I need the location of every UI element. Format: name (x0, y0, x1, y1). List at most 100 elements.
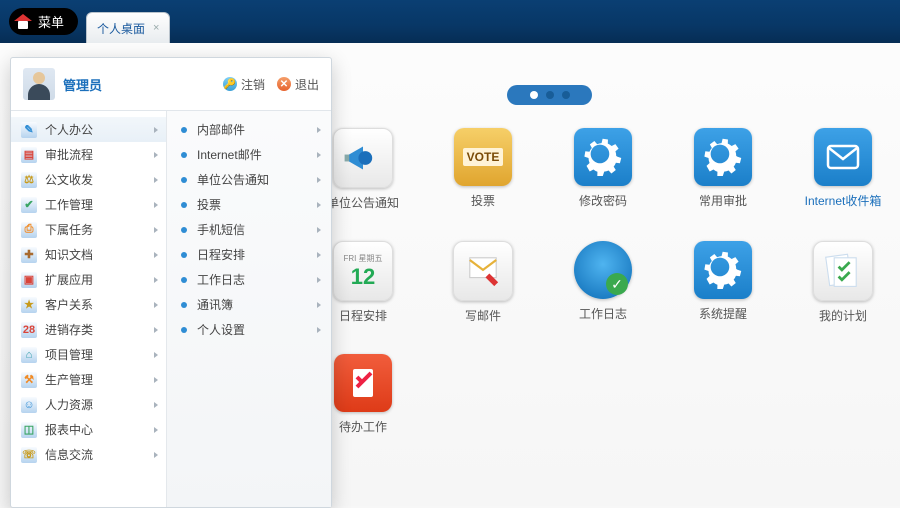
submodule-label: 通讯簿 (197, 296, 233, 313)
panel-body: ✎ 个人办公 ▤审批流程⚖公文收发 ✔ 工作管理 ⎙下属任务✚知识文档▣扩展应用★客户关系… (11, 111, 331, 507)
shortcut-disc-2[interactable]: ✓工作日志 (568, 241, 638, 324)
shortcut-plan-4[interactable]: 我的计划 (808, 241, 878, 324)
chevron-right-icon (317, 177, 321, 183)
exit-label: 退出 (295, 76, 319, 93)
module-label: 客户关系 (45, 296, 93, 313)
chevron-right-icon (154, 252, 158, 258)
shortcut-megaphone-0[interactable]: 单位公告通知 (328, 128, 398, 211)
shortcut-row-2: FRI 星期五12日程安排写邮件 ✓工作日志系统提醒我的计划 (328, 241, 878, 324)
module-item-4[interactable]: ⎙下属任务 (11, 217, 166, 242)
avatar (23, 68, 55, 100)
desktop-pager[interactable] (507, 85, 592, 105)
module-icon: ✎ (21, 122, 37, 138)
module-item-3[interactable]: ✔ 工作管理 (11, 192, 166, 217)
module-item-8[interactable]: 28 进销存类 (11, 317, 166, 342)
submodule-item-5[interactable]: 日程安排 (167, 242, 331, 267)
module-item-10[interactable]: ⚒生产管理 (11, 367, 166, 392)
submodule-item-4[interactable]: 手机短信 (167, 217, 331, 242)
chevron-right-icon (317, 277, 321, 283)
module-item-5[interactable]: ✚知识文档 (11, 242, 166, 267)
tab-close-icon[interactable]: × (153, 22, 159, 34)
chevron-right-icon (154, 227, 158, 233)
pager-dot-3[interactable] (562, 91, 570, 99)
shortcut-row-1: 单位公告通知 VOTE投票修改密码 常用审批 Internet收件箱 (328, 128, 878, 211)
module-label: 进销存类 (45, 321, 93, 338)
shortcut-label: 修改密码 (579, 192, 627, 209)
module-icon: ✔ (21, 197, 37, 213)
submodule-item-2[interactable]: 单位公告通知 (167, 167, 331, 192)
main-menu-panel: 管理员 🔑 注销 ✕ 退出 ✎ 个人办公 ▤审批流程⚖公文收发 ✔ 工作管理 ⎙下属任务✚… (10, 57, 332, 508)
chevron-right-icon (154, 177, 158, 183)
chevron-right-icon (154, 377, 158, 383)
submodule-item-7[interactable]: 通讯簿 (167, 292, 331, 317)
chevron-right-icon (154, 327, 158, 333)
module-icon: ☺ (21, 397, 37, 413)
shortcut-vote-1[interactable]: VOTE投票 (448, 128, 518, 211)
submodule-label: 手机短信 (197, 221, 245, 238)
module-item-9[interactable]: ⌂项目管理 (11, 342, 166, 367)
module-label: 工作管理 (45, 196, 93, 213)
logout-label: 注销 (241, 76, 265, 93)
shortcut-gear-2[interactable]: 修改密码 (568, 128, 638, 211)
module-icon: ☏ (21, 447, 37, 463)
shortcut-gear-3[interactable]: 常用审批 (688, 128, 758, 211)
module-item-12[interactable]: ◫报表中心 (11, 417, 166, 442)
top-bar: 菜单 个人桌面 × (0, 0, 900, 43)
module-list: ✎ 个人办公 ▤审批流程⚖公文收发 ✔ 工作管理 ⎙下属任务✚知识文档▣扩展应用★客户关系… (11, 111, 167, 507)
menu-button[interactable]: 菜单 (9, 8, 78, 35)
menu-button-label: 菜单 (38, 12, 64, 31)
shortcut-mail-write-1[interactable]: 写邮件 (448, 241, 518, 324)
module-item-2[interactable]: ⚖公文收发 (11, 167, 166, 192)
module-item-11[interactable]: ☺ 人力资源 (11, 392, 166, 417)
logout-button[interactable]: 🔑 注销 (223, 76, 265, 93)
shortcut-envelope-4[interactable]: Internet收件箱 (808, 128, 878, 211)
pager-dot-2[interactable] (546, 91, 554, 99)
home-icon (14, 13, 32, 31)
module-item-0[interactable]: ✎ 个人办公 (11, 117, 166, 142)
shortcut-label: Internet收件箱 (805, 192, 882, 209)
module-item-1[interactable]: ▤审批流程 (11, 142, 166, 167)
submodule-label: 工作日志 (197, 271, 245, 288)
module-icon: 28 (21, 322, 37, 338)
shortcut-calendar-0[interactable]: FRI 星期五12日程安排 (328, 241, 398, 324)
panel-header: 管理员 🔑 注销 ✕ 退出 (11, 58, 331, 111)
submodule-label: Internet邮件 (197, 146, 262, 163)
module-label: 个人办公 (45, 121, 93, 138)
chevron-right-icon (317, 227, 321, 233)
module-item-13[interactable]: ☏信息交流 (11, 442, 166, 467)
shortcut-gear-3[interactable]: 系统提醒 (688, 241, 758, 324)
tab-label: 个人桌面 (97, 20, 145, 37)
pager-dot-1[interactable] (530, 91, 538, 99)
chevron-right-icon (317, 252, 321, 258)
exit-button[interactable]: ✕ 退出 (277, 76, 319, 93)
module-label: 审批流程 (45, 146, 93, 163)
chevron-right-icon (317, 202, 321, 208)
submodule-item-3[interactable]: 投票 (167, 192, 331, 217)
submodule-label: 单位公告通知 (197, 171, 269, 188)
module-label: 知识文档 (45, 246, 93, 263)
key-icon: 🔑 (223, 77, 237, 91)
module-item-7[interactable]: ★客户关系 (11, 292, 166, 317)
tab-personal-desktop[interactable]: 个人桌面 × (86, 12, 170, 43)
submodule-label: 日程安排 (197, 246, 245, 263)
submodule-item-0[interactable]: 内部邮件 (167, 117, 331, 142)
shortcut-todo-0[interactable]: 待办工作 (328, 354, 398, 435)
user-name: 管理员 (63, 75, 211, 94)
submodule-item-6[interactable]: 工作日志 (167, 267, 331, 292)
chevron-right-icon (154, 127, 158, 133)
shortcut-label: 写邮件 (465, 307, 501, 324)
module-label: 人力资源 (45, 396, 93, 413)
chevron-right-icon (317, 327, 321, 333)
module-icon: ⌂ (21, 347, 37, 363)
shortcut-label: 我的计划 (819, 307, 867, 324)
shortcut-label: 投票 (471, 192, 495, 209)
module-icon: ▣ (21, 272, 37, 288)
submodule-label: 投票 (197, 196, 221, 213)
submodule-item-8[interactable]: 个人设置 (167, 317, 331, 342)
chevron-right-icon (154, 427, 158, 433)
shortcut-label: 常用审批 (699, 192, 747, 209)
submodule-item-1[interactable]: Internet邮件 (167, 142, 331, 167)
module-label: 下属任务 (45, 221, 93, 238)
module-item-6[interactable]: ▣扩展应用 (11, 267, 166, 292)
shortcut-row-3: 待办工作 (328, 354, 878, 435)
